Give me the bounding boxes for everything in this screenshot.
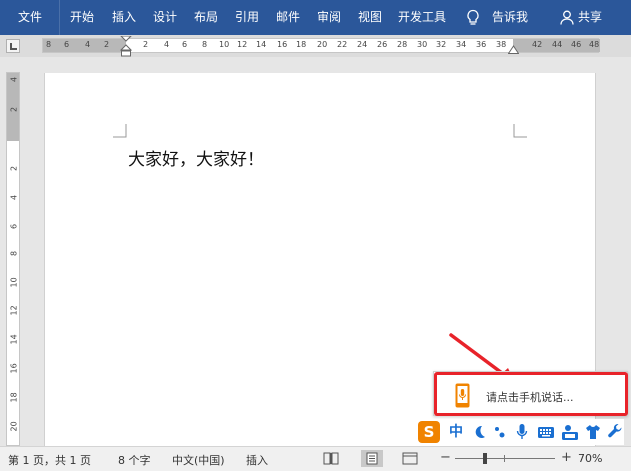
tab-layout[interactable]: 布局 — [194, 0, 218, 35]
zoom-in-button[interactable]: + — [561, 450, 572, 465]
ime-toolbar: S 中 — [414, 419, 624, 445]
web-layout-icon — [402, 452, 418, 465]
print-layout-icon — [366, 452, 378, 465]
ruler-tick: 20 — [317, 40, 328, 49]
ribbon-tab-bar: 文件 开始 插入 设计 布局 引用 邮件 审阅 视图 开发工具 告诉我 共享 — [0, 0, 631, 35]
ruler-tick: 24 — [357, 40, 368, 49]
ruler-tick: 2 — [9, 165, 19, 172]
vertical-ruler[interactable]: 4 2 2 4 6 8 10 12 14 16 18 20 — [6, 72, 20, 446]
ruler-tick: 14 — [256, 40, 267, 49]
ruler-tick: 28 — [397, 40, 408, 49]
phone-microphone-icon[interactable] — [455, 383, 470, 408]
ruler-tick: 2 — [104, 40, 110, 49]
ruler-tick: 8 — [202, 40, 208, 49]
ruler-tick: 8 — [9, 250, 19, 257]
tab-references[interactable]: 引用 — [235, 0, 259, 35]
zoom-level[interactable]: 70% — [578, 452, 602, 465]
ruler-tick: 46 — [571, 40, 582, 49]
crop-mark-icon — [513, 124, 527, 138]
horizontal-ruler-row: 8 6 4 2 2 4 6 8 10 12 14 16 18 20 22 24 … — [0, 35, 631, 57]
web-layout-button[interactable] — [399, 450, 421, 467]
ruler-tick: 26 — [377, 40, 388, 49]
share-label: 共享 — [578, 10, 603, 24]
ruler-tick: 20 — [9, 421, 19, 432]
zoom-slider[interactable] — [455, 458, 555, 459]
microphone-icon[interactable] — [516, 423, 528, 441]
read-mode-button[interactable] — [320, 450, 342, 467]
tab-selector-icon[interactable] — [6, 39, 20, 53]
crop-mark-icon — [113, 124, 127, 138]
voice-hint-text: 请点击手机说话... — [486, 391, 574, 404]
status-bar: 第 1 页，共 1 页 8 个字 中文(中国) 插入 − + 70% — [0, 446, 631, 471]
ruler-tick: 44 — [552, 40, 563, 49]
ruler-tick: 22 — [337, 40, 348, 49]
ruler-tick: 38 — [496, 40, 507, 49]
book-icon — [323, 452, 339, 465]
ruler-tick: 10 — [219, 40, 230, 49]
print-layout-button[interactable] — [361, 450, 383, 467]
ruler-tick: 2 — [9, 106, 19, 113]
ruler-tick: 16 — [277, 40, 288, 49]
ruler-tick: 4 — [9, 76, 19, 83]
page-count[interactable]: 第 1 页，共 1 页 — [8, 452, 91, 468]
zoom-slider-thumb[interactable] — [483, 453, 487, 464]
ruler-tick: 4 — [164, 40, 170, 49]
zoom-slider-center-mark — [504, 455, 505, 462]
ruler-tick: 4 — [9, 194, 19, 201]
keyboard-icon[interactable] — [537, 423, 555, 441]
lightbulb-icon[interactable] — [465, 9, 481, 27]
tab-mailings[interactable]: 邮件 — [276, 0, 300, 35]
ruler-tick: 6 — [9, 223, 19, 230]
tab-view[interactable]: 视图 — [358, 0, 382, 35]
tab-developer[interactable]: 开发工具 — [398, 0, 446, 35]
ruler-tick: 10 — [9, 277, 19, 288]
tell-me-box[interactable]: 告诉我 — [492, 0, 528, 35]
moon-icon[interactable] — [472, 423, 486, 441]
indent-marker-icon[interactable] — [120, 36, 132, 58]
ruler-tick: 30 — [417, 40, 428, 49]
ruler-tick: 42 — [532, 40, 543, 49]
horizontal-ruler[interactable]: 8 6 4 2 2 4 6 8 10 12 14 16 18 20 22 24 … — [42, 36, 600, 57]
ruler-tick: 12 — [9, 305, 19, 316]
ruler-tick: 34 — [456, 40, 467, 49]
tab-design[interactable]: 设计 — [153, 0, 177, 35]
document-body-text[interactable]: 大家好，大家好！ — [128, 145, 264, 170]
sogou-logo-icon[interactable]: S — [418, 421, 440, 443]
ruler-tick: 32 — [436, 40, 447, 49]
ruler-tick: 14 — [9, 334, 19, 345]
zoom-out-button[interactable]: − — [440, 450, 451, 465]
voice-input-popup[interactable]: 请点击手机说话... — [433, 371, 628, 416]
ruler-tick: 12 — [237, 40, 248, 49]
ime-mode-indicator[interactable]: 中 — [449, 423, 463, 441]
ruler-tick: 4 — [85, 40, 91, 49]
tab-file[interactable]: 文件 — [0, 0, 60, 35]
tab-review[interactable]: 审阅 — [317, 0, 341, 35]
ruler-tick: 6 — [64, 40, 70, 49]
punctuation-icon[interactable] — [494, 423, 506, 441]
word-count[interactable]: 8 个字 — [118, 452, 151, 468]
language-indicator[interactable]: 中文(中国) — [172, 452, 225, 468]
ruler-tick: 18 — [296, 40, 307, 49]
person-icon — [560, 10, 574, 25]
ruler-tick: 18 — [9, 392, 19, 403]
ruler-tick: 8 — [46, 40, 52, 49]
ruler-tick: 48 — [589, 40, 600, 49]
wrench-icon[interactable] — [607, 423, 623, 441]
tab-home[interactable]: 开始 — [70, 0, 94, 35]
user-center-icon[interactable] — [561, 423, 579, 441]
ruler-tick: 16 — [9, 363, 19, 374]
insert-mode-indicator[interactable]: 插入 — [246, 452, 268, 468]
ruler-tick: 2 — [143, 40, 149, 49]
ruler-tick: 36 — [476, 40, 487, 49]
right-indent-marker-icon[interactable] — [508, 45, 519, 54]
ruler-tick: 6 — [182, 40, 188, 49]
skin-shirt-icon[interactable] — [585, 423, 601, 441]
tab-insert[interactable]: 插入 — [112, 0, 136, 35]
